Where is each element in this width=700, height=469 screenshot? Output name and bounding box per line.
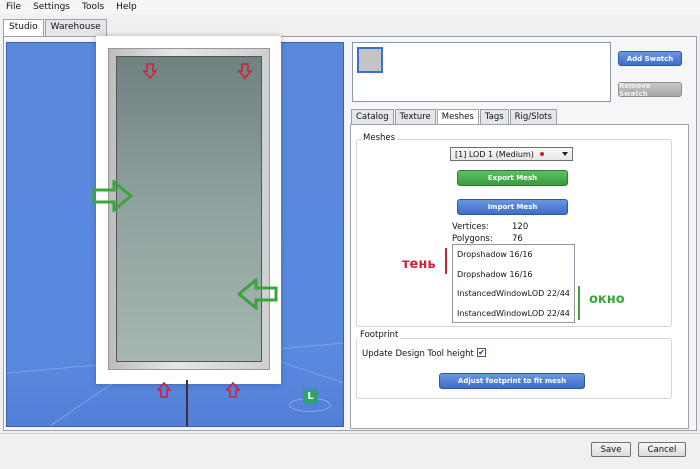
list-item[interactable]: Dropshadow 16/16	[453, 245, 574, 265]
footprint-group-title: Footprint	[358, 330, 401, 340]
check-icon: ✔	[478, 348, 485, 357]
window-annotation-bar	[578, 286, 580, 320]
red-arrow-up-icon	[226, 382, 240, 398]
list-item[interactable]: Dropshadow 16/16	[453, 265, 574, 285]
red-arrow-down-icon	[238, 63, 252, 79]
polygons-value: 76	[512, 234, 523, 244]
window-annotation: окно	[589, 292, 625, 307]
add-swatch-button[interactable]: Add Swatch	[618, 51, 682, 66]
tab-rig-slots[interactable]: Rig/Slots	[509, 109, 557, 125]
tab-meshes[interactable]: Meshes	[436, 109, 479, 125]
swatch-list[interactable]	[352, 42, 611, 102]
red-arrow-up-icon	[157, 382, 171, 398]
app-tabs: Studio Warehouse	[3, 19, 108, 37]
update-height-label: Update Design Tool height	[362, 349, 474, 359]
chevron-down-icon	[562, 152, 568, 156]
editor-tabs: Catalog Texture Meshes Tags Rig/Slots	[351, 109, 558, 125]
export-mesh-button[interactable]: Export Mesh	[457, 170, 568, 186]
red-arrow-down-icon	[143, 63, 157, 79]
polygons-label: Polygons:	[452, 234, 493, 244]
remove-swatch-button[interactable]: Remove Swatch	[618, 82, 682, 98]
vertices-label: Vertices:	[452, 222, 489, 232]
save-button[interactable]: Save	[591, 442, 631, 457]
footer-divider	[0, 433, 700, 434]
tab-catalog[interactable]: Catalog	[351, 109, 394, 125]
update-height-checkbox[interactable]: ✔	[477, 348, 486, 357]
window-model-glass	[116, 56, 262, 362]
lod-select[interactable]: [1] LOD 1 (Medium)	[450, 147, 573, 161]
tab-studio[interactable]: Studio	[3, 19, 44, 37]
swatch-thumbnail[interactable]	[357, 47, 383, 73]
menu-tools[interactable]: Tools	[82, 2, 104, 12]
menu-help[interactable]: Help	[116, 2, 137, 12]
light-badge[interactable]: L	[303, 389, 318, 404]
tab-tags[interactable]: Tags	[479, 109, 509, 125]
adjust-footprint-button[interactable]: Adjust footprint to fit mesh	[439, 373, 585, 389]
shadow-annotation-bar	[445, 248, 447, 274]
footprint-group	[356, 338, 672, 399]
lod-status-dot	[539, 152, 544, 156]
meshes-group-title: Meshes	[361, 133, 398, 143]
menu-bar: File Settings Tools Help	[0, 0, 700, 14]
tab-texture[interactable]: Texture	[394, 109, 436, 125]
lod-select-value: [1] LOD 1 (Medium)	[455, 149, 534, 159]
mesh-group-list[interactable]: Dropshadow 16/16 Dropshadow 16/16 Instan…	[452, 244, 575, 323]
menu-file[interactable]: File	[6, 2, 21, 12]
green-arrow-left-icon	[236, 278, 278, 310]
green-arrow-right-icon	[92, 180, 134, 212]
tab-warehouse[interactable]: Warehouse	[44, 19, 107, 36]
viewport-axis	[186, 380, 188, 426]
import-mesh-button[interactable]: Import Mesh	[457, 199, 568, 215]
vertices-value: 120	[512, 222, 529, 232]
shadow-annotation: тень	[402, 257, 436, 272]
cancel-button[interactable]: Cancel	[638, 442, 686, 457]
list-item[interactable]: InstancedWindowLOD 22/44	[453, 284, 574, 304]
menu-settings[interactable]: Settings	[33, 2, 70, 12]
list-item[interactable]: InstancedWindowLOD 22/44	[453, 304, 574, 324]
